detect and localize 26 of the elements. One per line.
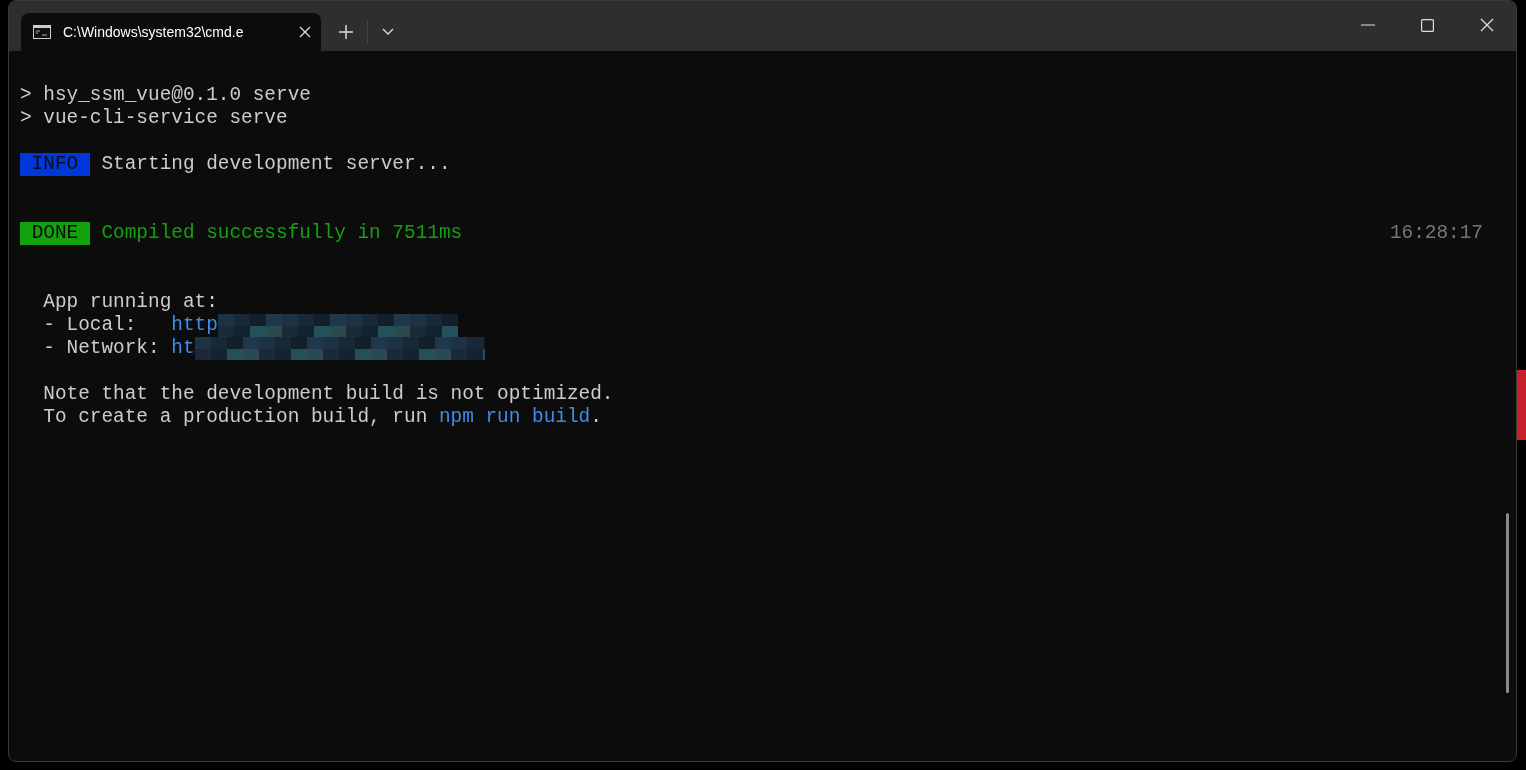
success-message: Compiled successfully in 7511ms <box>100 222 463 245</box>
link-text: npm run build <box>438 406 591 429</box>
info-badge: INFO <box>20 153 90 176</box>
desktop-window-edge <box>1517 370 1526 440</box>
output-text: - Network: <box>42 337 161 360</box>
output-text: > vue-cli-service serve <box>20 107 288 130</box>
new-tab-icon[interactable] <box>339 25 353 39</box>
tab-title: C:\Windows\system32\cmd.e <box>63 22 245 42</box>
output-text: . <box>590 406 602 429</box>
output-text: > hsy_ssm_vue@0.1.0 serve <box>20 84 311 107</box>
close-icon[interactable] <box>299 26 311 38</box>
timestamp: 16:28:17 <box>1389 222 1483 245</box>
maximize-icon[interactable] <box>1421 18 1434 32</box>
link-text: http <box>171 314 218 337</box>
scrollbar-thumb[interactable] <box>1506 513 1509 693</box>
terminal-icon <box>33 25 51 39</box>
done-badge: DONE <box>20 222 90 245</box>
output-text: Note that the development build is not optimized. <box>42 383 614 406</box>
terminal-tab[interactable]: C:\Windows\system32\cmd.e <box>21 13 321 51</box>
dropdown-caret-icon[interactable] <box>382 28 394 36</box>
link-text: ht <box>171 337 195 360</box>
output-text: - Local: <box>42 314 138 337</box>
output-text: App running at: <box>42 291 218 314</box>
close-icon[interactable] <box>1480 18 1494 32</box>
output-text: Starting development server... <box>100 153 451 176</box>
output-text: To create a production build, run <box>42 406 429 429</box>
